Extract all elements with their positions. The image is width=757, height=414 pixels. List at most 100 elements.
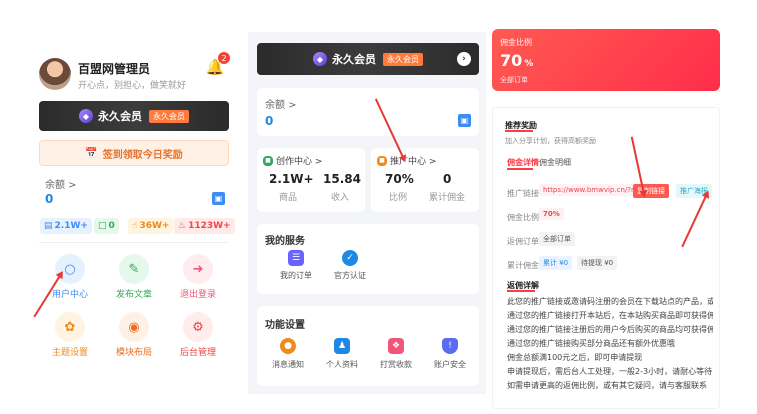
stat-likes[interactable]: ☝ 36W+ <box>128 218 174 234</box>
balance-value: 0 <box>265 114 274 128</box>
rate-label: 佣金比例 <box>500 38 532 47</box>
setting-notifications[interactable]: ● 消息通知 <box>263 338 313 370</box>
ratio-value: 70% <box>539 208 564 220</box>
grid-user-center[interactable]: ○ 用户中心 <box>40 254 100 302</box>
commission-rate-card: 佣金比例 70% 全部订单 <box>492 29 720 91</box>
bell-icon: ● <box>280 338 296 354</box>
thumb-icon: ☝ <box>132 221 138 231</box>
commission-paid: 累计 ¥0 <box>539 256 573 270</box>
services-card: 我的服务 ☰ 我的订单 ✓ 官方认证 <box>257 224 479 294</box>
verified-icon: ✓ <box>342 250 358 266</box>
username: 百盟网管理员 <box>78 62 151 76</box>
bag-icon: ■ <box>377 155 387 166</box>
logout-icon: ➜ <box>183 254 213 284</box>
service-verification[interactable]: ✓ 官方认证 <box>325 250 375 281</box>
service-my-orders[interactable]: ☰ 我的订单 <box>271 250 321 281</box>
vip-banner[interactable]: ◆ 永久会员 永久会员 <box>39 101 229 131</box>
shield-icon: ! <box>442 338 458 354</box>
divider <box>39 242 229 243</box>
tab-underline <box>507 168 533 170</box>
creator-icon: ■ <box>263 155 273 166</box>
grid-logout[interactable]: ➜ 退出登录 <box>168 254 228 302</box>
promo-rate-value: 70% <box>385 172 414 186</box>
reward-section: 推荐奖励 加入分享计划，获得高额奖励 佣金详情 佣金明细 推广链接 https:… <box>492 107 720 409</box>
balance-label: 余额 > <box>45 180 77 191</box>
account-panel: ◆ 永久会员 永久会员 › 余额 > 0 ▣ ■ 创作中心 > 2.1W+ 商品… <box>248 32 486 394</box>
creator-goods-value: 2.1W+ <box>269 172 314 186</box>
stat-comments[interactable]: □ 0 <box>94 218 119 234</box>
rate-value: 70 <box>500 51 523 70</box>
signin-label: 签到领取今日奖励 <box>102 149 183 161</box>
rule-line: 佣金总额满100元之后，即可申请提现 <box>507 353 643 362</box>
rule-line: 通过您的推广链接打开本站后，在本站购买商品即可获得佣金 <box>507 311 713 320</box>
edit-icon: ✎ <box>119 254 149 284</box>
setting-profile[interactable]: ♟ 个人资料 <box>317 338 367 370</box>
promo-title: 推广中心 > <box>390 157 437 167</box>
grid-publish-article[interactable]: ✎ 发布文章 <box>104 254 164 302</box>
vip-tag: 永久会员 <box>149 109 189 123</box>
orders-value: 全部订单 <box>539 232 575 246</box>
setting-security[interactable]: ! 账户安全 <box>425 338 475 370</box>
vip-tag: 永久会员 <box>383 52 423 66</box>
link-label: 推广链接 <box>507 189 539 198</box>
palette-icon: ✿ <box>55 312 85 342</box>
balance-block[interactable]: 余额 > 0 ▣ <box>39 172 229 210</box>
settings-title: 功能设置 <box>265 320 305 331</box>
balance-card[interactable]: 余额 > 0 ▣ <box>257 88 479 136</box>
grid-admin[interactable]: ⚙ 后台管理 <box>168 312 228 360</box>
vip-label: 永久会员 <box>332 53 376 66</box>
wallet-icon: ▣ <box>212 192 225 205</box>
vip-banner-2[interactable]: ◆ 永久会员 永久会员 › <box>257 43 479 75</box>
balance-label: 余额 > <box>265 100 297 111</box>
services-title: 我的服务 <box>265 236 305 247</box>
user-center-panel: 百盟网管理员 开心点，别担心，做笑就好 🔔 2 ◆ 永久会员 永久会员 📅 签到… <box>28 44 240 414</box>
rate-value-wrap: 70% <box>500 51 533 70</box>
vip-gem-icon: ◆ <box>79 109 93 123</box>
grid-theme-settings[interactable]: ✿ 主题设置 <box>40 312 100 360</box>
comment-icon: □ <box>98 221 107 231</box>
avatar[interactable] <box>39 58 71 90</box>
rule-line: 此您的推广链接或邀请码注册的会员在下载站点的产品，或购买会员时即可获得相应比例的… <box>507 297 713 306</box>
vip-gem-icon: ◆ <box>313 52 327 66</box>
rule-line: 申请提现后，需后台人工处理，一般2-3小时，请耐心等待 <box>507 367 713 376</box>
creator-income-label: 收入 <box>331 193 350 203</box>
setting-tips[interactable]: ❖ 打赏收款 <box>371 338 421 370</box>
creator-goods-label: 商品 <box>279 193 298 203</box>
title-underline <box>505 130 533 132</box>
creator-center-card[interactable]: ■ 创作中心 > 2.1W+ 商品 15.84 收入 <box>257 148 365 212</box>
settings-card: 功能设置 ● 消息通知 ♟ 个人资料 ❖ 打赏收款 ! 账户安全 <box>257 306 479 386</box>
creator-title: 创作中心 > <box>276 157 323 167</box>
chevron-right-icon: › <box>457 52 471 66</box>
rate-sub: 全部订单 <box>500 76 528 84</box>
balance-value: 0 <box>45 192 54 206</box>
orders-icon: ☰ <box>288 250 304 266</box>
layout-icon: ◉ <box>119 312 149 342</box>
reward-sub: 加入分享计划，获得高额奖励 <box>505 137 596 145</box>
rules-list: 此您的推广链接或邀请码注册的会员在下载站点的产品，或购买会员时即可获得相应比例的… <box>507 296 713 394</box>
doc-icon: ▤ <box>44 221 53 231</box>
tab-commission-records[interactable]: 佣金明细 <box>539 157 571 168</box>
stat-views[interactable]: ♨ 1123W+ <box>174 218 235 234</box>
user-motto: 开心点，别担心，做笑就好 <box>78 81 187 91</box>
commission-label: 累计佣金 <box>507 261 539 270</box>
wallet-icon: ▣ <box>458 114 471 127</box>
grid-module-layout[interactable]: ◉ 模块布局 <box>104 312 164 360</box>
fire-icon: ♨ <box>178 221 187 231</box>
admin-icon: ⚙ <box>183 312 213 342</box>
signin-button[interactable]: 📅 签到领取今日奖励 <box>39 140 229 166</box>
rule-line: 通过您的推广链接购买部分商品还有额外优惠哦 <box>507 339 675 348</box>
calendar-icon: 📅 <box>85 147 98 159</box>
stat-articles[interactable]: ▤ 2.1W+ <box>40 218 92 234</box>
gift-icon: ❖ <box>388 338 404 354</box>
commission-pending: 待提现 ¥0 <box>577 256 618 270</box>
promo-commission-label: 累计佣金 <box>429 193 466 203</box>
orders-label: 返佣订单 <box>507 237 539 246</box>
rule-line: 通过您的推广链接注册后的用户今后购买的商品均可获得佣金 <box>507 325 713 334</box>
promo-center-card[interactable]: ■ 推广中心 > 70% 比例 0 累计佣金 <box>371 148 479 212</box>
promo-commission-value: 0 <box>443 172 452 186</box>
rules-underline <box>507 290 535 292</box>
rule-line: 如需申请更高的返佣比例，或有其它疑问，请与客服联系 <box>507 381 707 390</box>
promo-rate-label: 比例 <box>389 193 408 203</box>
tab-commission-details[interactable]: 佣金详情 <box>507 157 539 168</box>
vip-label: 永久会员 <box>98 110 142 123</box>
